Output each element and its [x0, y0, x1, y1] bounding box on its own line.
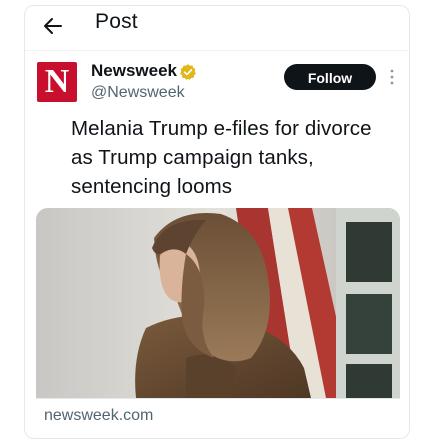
woman-photo — [36, 208, 400, 398]
tweet-text: Melania Trump e-files for divorce as Tru… — [71, 114, 401, 201]
author-name[interactable]: Newsweek — [91, 61, 177, 81]
avatar[interactable]: N — [37, 62, 77, 102]
tweet-line: as Trump campaign tanks, — [71, 146, 314, 169]
post-card: Post N Newsweek @Newsweek Follow Melania… — [24, 5, 410, 439]
author-handle[interactable]: @Newsweek — [91, 84, 185, 102]
arrow-left-icon[interactable] — [39, 12, 67, 40]
link-card-image[interactable] — [36, 208, 400, 398]
tweet-line: Melania Trump e-files for divorce — [71, 117, 372, 140]
verified-badge-icon — [180, 64, 196, 80]
page-title: Post — [95, 10, 138, 33]
tweet-line: sentencing looms — [71, 175, 233, 198]
link-card-footer[interactable]: newsweek.com — [36, 398, 400, 437]
post-header: Post — [25, 6, 409, 51]
follow-button[interactable]: Follow — [284, 64, 376, 90]
more-vertical-icon[interactable] — [387, 68, 397, 86]
link-domain[interactable]: newsweek.com — [44, 407, 153, 425]
